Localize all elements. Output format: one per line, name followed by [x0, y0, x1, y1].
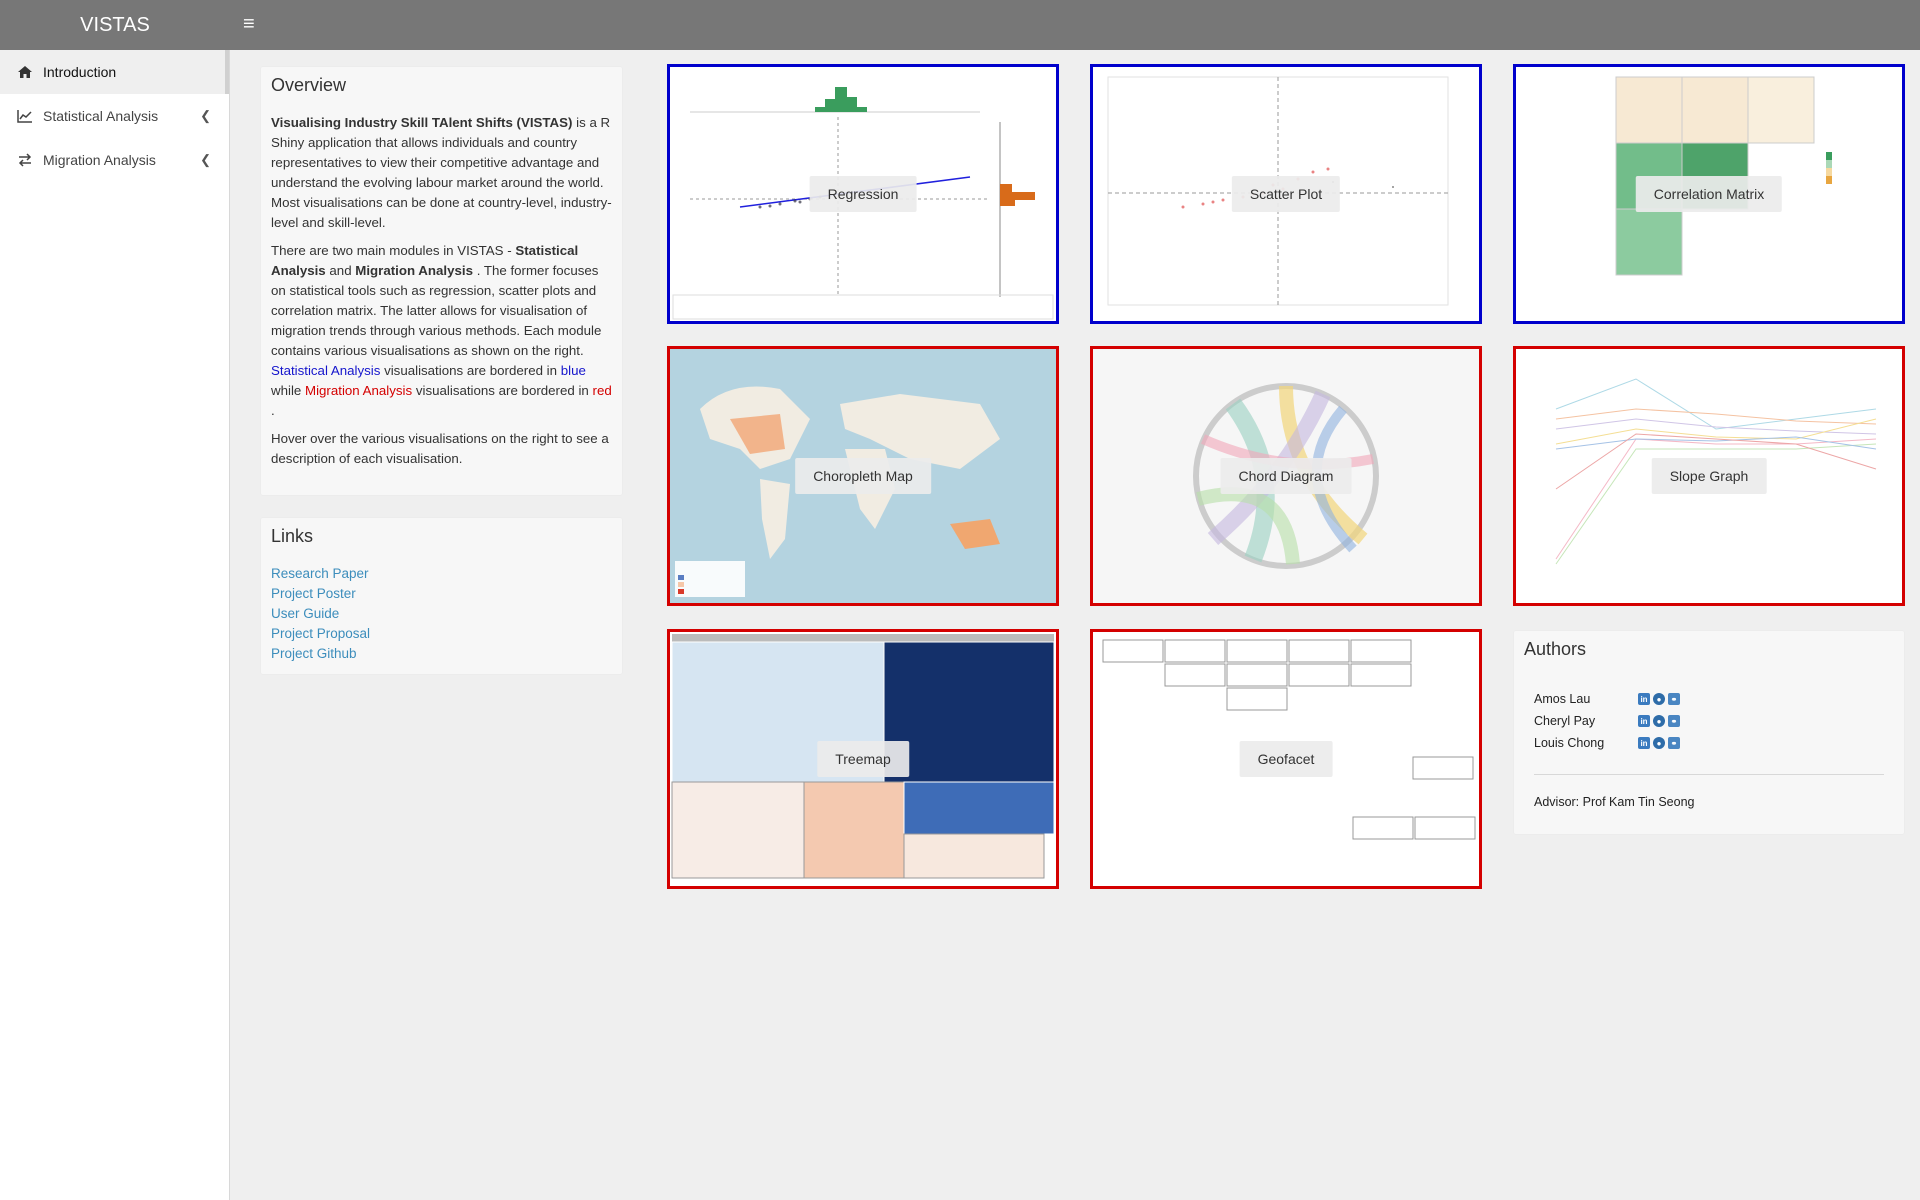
- author-row: Amos Lau in ● ⚭: [1524, 688, 1894, 710]
- scatter-plot-label: Scatter Plot: [1231, 176, 1341, 212]
- sidebar-item-label: Introduction: [43, 64, 117, 80]
- line-chart-icon: [15, 109, 35, 123]
- chevron-left-icon: ❮: [200, 108, 211, 123]
- sidebar-item-statistical-analysis[interactable]: Statistical Analysis ❮: [0, 94, 229, 138]
- overview-text-bold: Migration Analysis: [355, 263, 474, 278]
- overview-card: Overview Visualising Industry Skill TAle…: [260, 66, 623, 496]
- researchgate-icon[interactable]: ⚭: [1668, 693, 1680, 705]
- blue-highlight: blue: [560, 363, 586, 378]
- treemap-label: Treemap: [817, 741, 909, 777]
- migration-analysis-highlight: Migration Analysis: [305, 383, 413, 398]
- chord-diagram-thumbnail[interactable]: Chord Diagram: [1090, 346, 1482, 606]
- home-icon: [15, 65, 35, 79]
- sidebar-item-label: Migration Analysis: [43, 152, 156, 168]
- geofacet-thumbnail[interactable]: Geofacet: [1090, 629, 1482, 889]
- author-name: Louis Chong: [1534, 736, 1605, 750]
- author-name: Cheryl Pay: [1534, 714, 1596, 728]
- overview-paragraph-3: Hover over the various visualisations on…: [271, 431, 609, 466]
- slope-graph-label: Slope Graph: [1651, 458, 1767, 494]
- divider: [1534, 774, 1884, 775]
- researchgate-icon[interactable]: ⚭: [1668, 715, 1680, 727]
- regression-label: Regression: [809, 176, 917, 212]
- authors-title: Authors: [1524, 639, 1587, 659]
- overview-text: visualisations are bordered in: [380, 363, 561, 378]
- sidebar-item-introduction[interactable]: Introduction: [0, 50, 229, 94]
- treemap-thumbnail[interactable]: Treemap: [667, 629, 1059, 889]
- sidebar-item-label: Statistical Analysis: [43, 108, 159, 124]
- author-row: Louis Chong in ● ⚭: [1524, 732, 1894, 754]
- app-logo[interactable]: VISTAS: [0, 0, 230, 50]
- sidebar-item-migration-analysis[interactable]: Migration Analysis ❮: [0, 138, 229, 182]
- choropleth-map-thumbnail[interactable]: Choropleth Map: [667, 346, 1059, 606]
- correlation-matrix-thumbnail[interactable]: Correlation Matrix: [1513, 64, 1905, 324]
- statistical-analysis-highlight: Statistical Analysis: [271, 363, 381, 378]
- overview-paragraph-1: Visualising Industry Skill TAlent Shifts…: [271, 113, 612, 233]
- app-fullname: Visualising Industry Skill TAlent Shifts…: [271, 115, 573, 130]
- link-project-poster[interactable]: Project Poster: [271, 584, 612, 604]
- advisor-text: Advisor: Prof Kam Tin Seong: [1534, 795, 1695, 809]
- overview-title: Overview: [271, 75, 347, 95]
- header-bar: VISTAS ≡: [0, 0, 1920, 50]
- geofacet-label: Geofacet: [1239, 741, 1333, 777]
- authors-card: Authors Amos Lau in ● ⚭ Cheryl Pay in ● ⚭ Lo…: [1513, 630, 1905, 835]
- scatter-plot-thumbnail[interactable]: Scatter Plot: [1090, 64, 1482, 324]
- overview-text: There are two main modules in VISTAS -: [271, 243, 516, 258]
- red-highlight: red: [592, 383, 612, 398]
- linkedin-icon[interactable]: in: [1638, 737, 1650, 749]
- overview-text: is a R Shiny application that allows ind…: [271, 115, 612, 230]
- github-icon[interactable]: ●: [1653, 715, 1665, 727]
- linkedin-icon[interactable]: in: [1638, 693, 1650, 705]
- researchgate-icon[interactable]: ⚭: [1668, 737, 1680, 749]
- overview-text: visualisations are bordered in: [412, 383, 593, 398]
- regression-thumbnail[interactable]: Regression: [667, 64, 1059, 324]
- link-research-paper[interactable]: Research Paper: [271, 564, 612, 584]
- links-title: Links: [271, 526, 314, 546]
- link-user-guide[interactable]: User Guide: [271, 604, 612, 624]
- github-icon[interactable]: ●: [1653, 737, 1665, 749]
- link-project-proposal[interactable]: Project Proposal: [271, 624, 612, 644]
- hamburger-icon[interactable]: ≡: [243, 0, 263, 50]
- exchange-icon: [15, 153, 35, 167]
- overview-text: while: [271, 383, 305, 398]
- github-icon[interactable]: ●: [1653, 693, 1665, 705]
- chord-diagram-label: Chord Diagram: [1220, 458, 1352, 494]
- sidebar: Introduction Statistical Analysis ❮ Migr…: [0, 50, 230, 1200]
- links-card: Links Research Paper Project Poster User…: [260, 517, 623, 675]
- author-name: Amos Lau: [1534, 692, 1591, 706]
- correlation-matrix-label: Correlation Matrix: [1635, 176, 1783, 212]
- slope-graph-thumbnail[interactable]: Slope Graph: [1513, 346, 1905, 606]
- linkedin-icon[interactable]: in: [1638, 715, 1650, 727]
- overview-paragraph-2: There are two main modules in VISTAS - S…: [271, 241, 612, 421]
- choropleth-map-label: Choropleth Map: [795, 458, 931, 494]
- overview-text: and: [325, 263, 356, 278]
- link-project-github[interactable]: Project Github: [271, 644, 612, 664]
- overview-text: .: [271, 403, 275, 418]
- author-row: Cheryl Pay in ● ⚭: [1524, 710, 1894, 732]
- chevron-left-icon: ❮: [200, 152, 211, 167]
